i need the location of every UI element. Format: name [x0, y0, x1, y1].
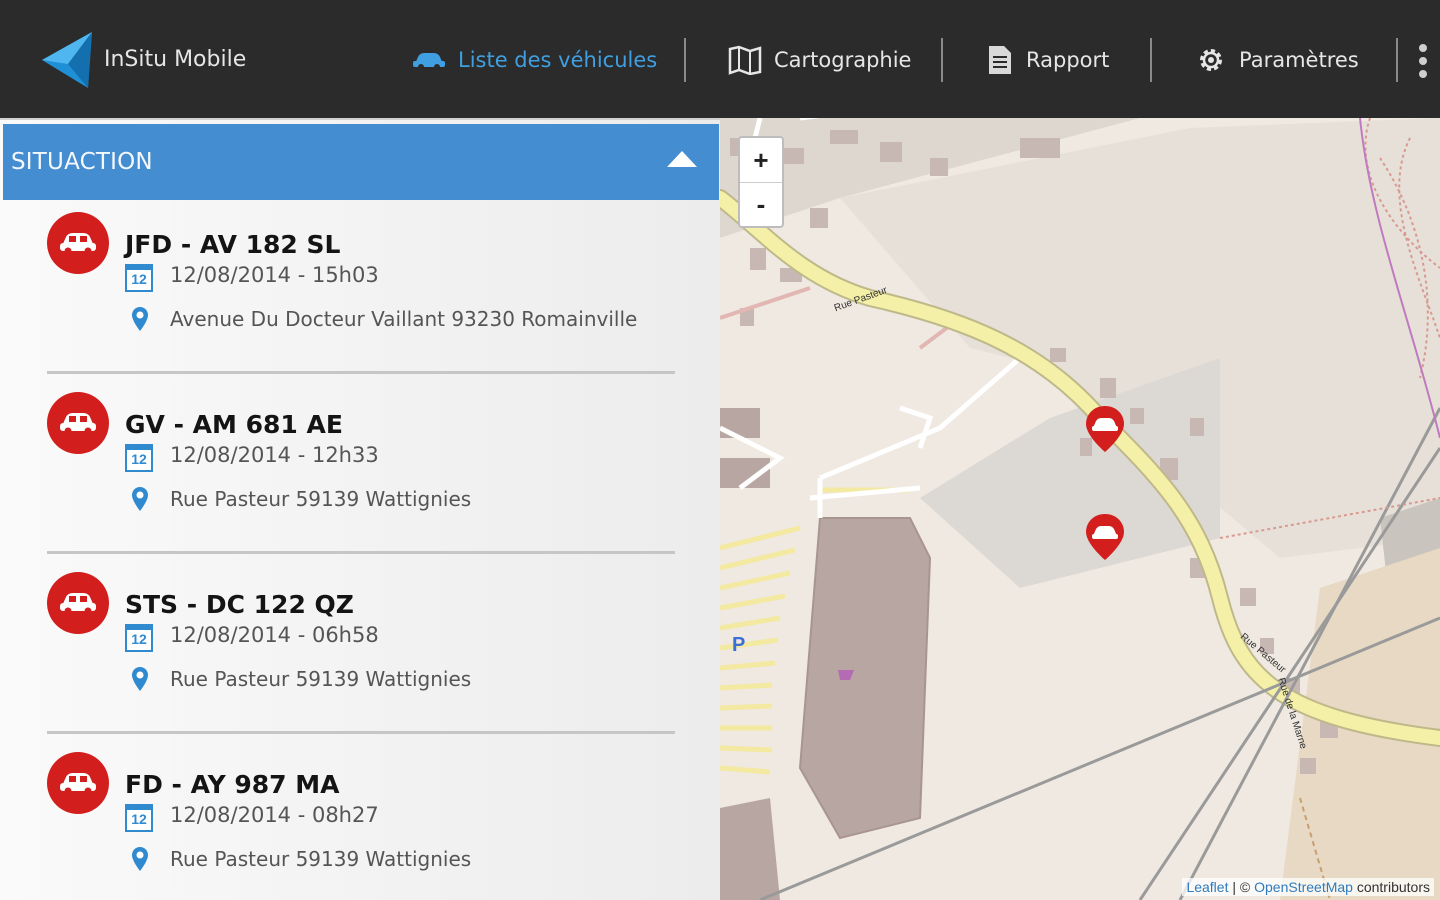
- parking-label: P: [732, 634, 746, 656]
- overflow-menu-icon[interactable]: [1417, 44, 1429, 78]
- vehicle-date: 12/08/2014 - 08h27: [170, 803, 379, 827]
- calendar-icon: 12: [125, 264, 153, 292]
- vehicle-item[interactable]: FD - AY 987 MA 12 12/08/2014 - 08h27 Rue…: [0, 742, 720, 900]
- nav-vehicle-list-label: Liste des véhicules: [458, 48, 658, 72]
- insitu-logo-icon: [42, 32, 92, 88]
- vehicle-address: Avenue Du Docteur Vaillant 93230 Romainv…: [170, 307, 638, 331]
- calendar-icon: 12: [125, 444, 153, 472]
- vehicle-plate: FD - AY 987 MA: [125, 770, 340, 799]
- app-title: InSitu Mobile: [104, 47, 247, 72]
- nav-divider: [1150, 38, 1152, 82]
- vehicle-marker-icon[interactable]: [1084, 512, 1126, 562]
- attribution-contributors: contributors: [1352, 879, 1430, 895]
- vehicle-list-panel: SITUACTION JFD - AV 182 SL 12 12/08/2014…: [0, 118, 720, 900]
- calendar-icon: 12: [125, 804, 153, 832]
- nav-divider: [1396, 38, 1398, 82]
- map-attribution: Leaflet | © OpenStreetMap contributors: [1182, 878, 1434, 896]
- car-badge-icon: [47, 572, 109, 634]
- nav-report-label: Rapport: [1026, 48, 1110, 72]
- vehicle-plate: STS - DC 122 QZ: [125, 590, 354, 619]
- location-pin-icon: [132, 667, 148, 691]
- calendar-icon: 12: [125, 624, 153, 652]
- map-icon: [728, 45, 762, 75]
- vehicle-item[interactable]: JFD - AV 182 SL 12 12/08/2014 - 15h03 Av…: [0, 202, 720, 382]
- nav-divider: [684, 38, 686, 82]
- zoom-control: + -: [738, 136, 784, 228]
- vehicle-plate: JFD - AV 182 SL: [125, 230, 341, 259]
- vehicle-plate: GV - AM 681 AE: [125, 410, 343, 439]
- top-app-bar: InSitu Mobile Liste des véhicules Cartog…: [0, 0, 1440, 118]
- location-pin-icon: [132, 847, 148, 871]
- panel-title: SITUACTION: [11, 149, 153, 175]
- zoom-out-button[interactable]: -: [740, 182, 782, 226]
- list-divider: [47, 551, 675, 554]
- car-icon: [413, 53, 445, 70]
- collapse-arrow-icon[interactable]: [667, 151, 697, 167]
- car-badge-icon: [47, 392, 109, 454]
- list-divider: [47, 731, 675, 734]
- vehicle-date: 12/08/2014 - 06h58: [170, 623, 379, 647]
- nav-cartography[interactable]: Cartographie: [728, 38, 911, 82]
- nav-settings-label: Paramètres: [1239, 48, 1359, 72]
- vehicle-item[interactable]: GV - AM 681 AE 12 12/08/2014 - 12h33 Rue…: [0, 382, 720, 562]
- map-view[interactable]: Rue Pasteur Rue Pasteur Rue de la Marne …: [720, 118, 1440, 900]
- nav-settings[interactable]: Paramètres: [1195, 38, 1359, 82]
- location-pin-icon: [132, 307, 148, 331]
- zoom-in-button[interactable]: +: [740, 138, 782, 182]
- nav-report[interactable]: Rapport: [986, 38, 1109, 82]
- car-badge-icon: [47, 752, 109, 814]
- vehicle-address: Rue Pasteur 59139 Wattignies: [170, 847, 472, 871]
- openstreetmap-link[interactable]: OpenStreetMap: [1254, 879, 1353, 895]
- vehicle-marker-icon[interactable]: [1084, 404, 1126, 454]
- vehicle-address: Rue Pasteur 59139 Wattignies: [170, 487, 472, 511]
- situaction-header[interactable]: SITUACTION: [3, 124, 719, 200]
- nav-vehicle-list[interactable]: Liste des véhicules: [412, 38, 657, 82]
- vehicle-item[interactable]: STS - DC 122 QZ 12 12/08/2014 - 06h58 Ru…: [0, 562, 720, 742]
- nav-divider: [941, 38, 943, 82]
- vehicle-date: 12/08/2014 - 15h03: [170, 263, 379, 287]
- vehicle-date: 12/08/2014 - 12h33: [170, 443, 379, 467]
- map-tiles: [720, 118, 1440, 900]
- vehicle-address: Rue Pasteur 59139 Wattignies: [170, 667, 472, 691]
- nav-cartography-label: Cartographie: [774, 48, 912, 72]
- leaflet-link[interactable]: Leaflet: [1186, 879, 1228, 895]
- list-divider: [47, 371, 675, 374]
- car-badge-icon: [47, 212, 109, 274]
- gear-icon: [1200, 49, 1222, 71]
- attribution-separator: | ©: [1228, 879, 1255, 895]
- location-pin-icon: [132, 487, 148, 511]
- document-icon: [989, 46, 1011, 74]
